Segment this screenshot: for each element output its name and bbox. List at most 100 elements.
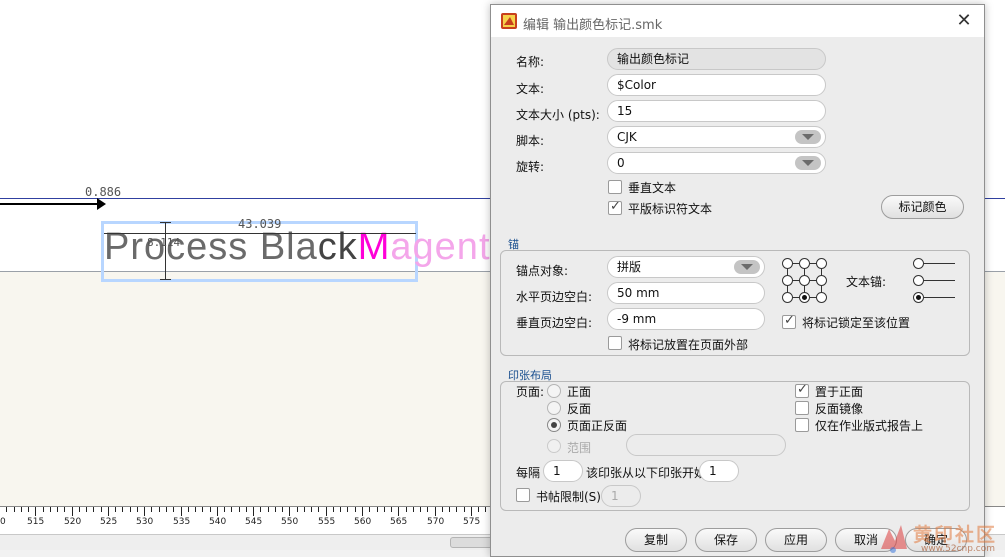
chevron-down-icon [795,156,821,170]
save-button[interactable]: 保存 [695,528,757,552]
rotate-select[interactable]: 0 [607,152,826,174]
ruler-tick [144,507,145,516]
anchor-node-selected[interactable] [799,292,810,303]
ruler-tick [246,507,247,512]
plate-id-label: 平版标识符文本 [628,202,713,216]
anchor-object-select[interactable]: 拼版 [607,256,765,278]
plate-id-checkbox[interactable] [608,199,622,215]
anchor-node[interactable] [782,292,793,303]
ruler-tick [362,507,363,516]
apply-button[interactable]: 应用 [765,528,827,552]
ruler-tick [115,507,116,512]
page-radio-range[interactable] [547,439,561,453]
ruler-label: 540 [209,517,227,527]
ruler-tick [108,507,109,516]
copy-button[interactable]: 复制 [625,528,687,552]
start-label: 该印张从以下印张开始 [586,466,707,480]
text-anchor-selector[interactable] [913,258,955,304]
ruler-tick [449,507,450,512]
page-radio-both[interactable] [547,418,561,432]
script-label: 脚本: [516,134,545,148]
ruler-tick [14,507,15,512]
page-radio-back[interactable] [547,401,561,415]
script-select[interactable]: CJK [607,126,826,148]
vertical-text-checkbox[interactable] [608,180,622,194]
dimension-top-label: 0.886 [85,185,122,199]
chevron-down-icon [795,130,821,144]
ruler-tick [224,507,225,512]
ruler-tick [28,507,29,512]
anchor-node[interactable] [799,258,810,269]
anchor-point-grid[interactable] [782,258,832,308]
ruler-tick [86,507,87,512]
anchor-node[interactable] [782,275,793,286]
anchor-node[interactable] [782,258,793,269]
outside-page-label: 将标记放置在页面外部 [628,338,749,352]
close-icon[interactable]: ✕ [954,11,974,31]
ruler-tick [289,507,290,516]
anchor-node[interactable] [816,292,827,303]
signature-limit-label: 书帖限制(S): [536,490,606,504]
rotate-select-value: 0 [617,156,625,170]
v-margin-label: 垂直页边空白: [516,316,593,330]
ruler-tick [260,507,261,512]
signature-limit-field[interactable]: 1 [601,485,641,507]
page-option-front: 正面 [567,385,592,399]
watermark-logo-icon [881,525,907,553]
vertical-text-label: 垂直文本 [628,181,677,195]
ruler-tick [442,507,443,512]
anchor-node[interactable] [816,258,827,269]
place-front-checkbox[interactable] [795,382,809,398]
every-field[interactable]: 1 [543,460,583,482]
ruler-label: 550 [281,517,299,527]
ruler-tick [304,507,305,512]
ruler-tick [333,507,334,512]
ruler-tick [210,507,211,512]
text-anchor-node[interactable] [913,275,924,286]
outside-page-checkbox[interactable] [608,336,622,350]
dimension-height-label: 8.114 [147,236,181,249]
start-field[interactable]: 1 [699,460,739,482]
text-anchor-node[interactable] [913,258,924,269]
ruler-tick [377,507,378,512]
ruler-tick [21,507,22,512]
ruler-tick [435,507,436,516]
ruler-label: 570 [427,517,445,527]
lock-position-checkbox[interactable] [782,313,796,329]
app-icon [501,13,517,29]
page-radio-front[interactable] [547,384,561,398]
anchor-node[interactable] [816,275,827,286]
ruler-tick [456,507,457,512]
job-report-checkbox[interactable] [795,418,809,432]
job-report-label: 仅在作业版式报告上 [815,419,924,433]
ruler-label: 0 [0,517,6,527]
ruler-tick [464,507,465,512]
signature-limit-checkbox[interactable] [516,488,530,502]
text-field[interactable]: $Color [607,74,826,96]
name-field[interactable]: 输出颜色标记 [607,48,826,70]
h-margin-field[interactable]: 50 mm [607,282,765,304]
page-option-both: 页面正反面 [567,419,628,433]
page-label: 页面: [516,385,545,399]
text-size-field[interactable]: 15 [607,100,826,122]
dialog-titlebar[interactable]: 编辑 输出颜色标记.smk ✕ [491,5,984,37]
page-option-range: 范围 [567,441,592,455]
ruler-label: 565 [390,517,408,527]
ruler-tick [202,507,203,512]
ruler-tick [195,507,196,512]
ruler-tick [268,507,269,512]
ruler-tick [340,507,341,512]
v-margin-field[interactable]: -9 mm [607,308,765,330]
ruler-tick [347,507,348,512]
dimension-height-cap-bottom [160,279,171,280]
mirror-back-checkbox[interactable] [795,401,809,415]
anchor-node[interactable] [799,275,810,286]
dimension-height-line [165,222,166,280]
page-range-field[interactable] [626,434,786,456]
ruler-tick [413,507,414,512]
mark-color-button[interactable]: 标记颜色 [881,195,964,219]
text-anchor-node-selected[interactable] [913,292,924,303]
ruler-tick [406,507,407,512]
ruler-tick [253,507,254,516]
ruler-tick [79,507,80,512]
